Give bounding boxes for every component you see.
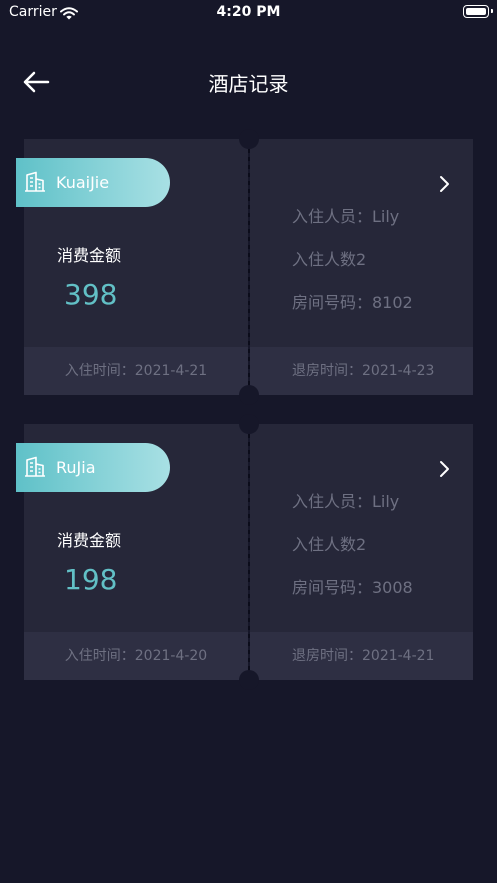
ticket-notch-top <box>239 414 259 434</box>
room-number: 房间号码：3008 <box>292 578 413 597</box>
hotel-name: KuaiJie <box>56 173 110 192</box>
ticket-notch-top <box>239 129 259 149</box>
amount-label: 消费金额 <box>57 246 122 265</box>
battery-icon <box>463 5 493 18</box>
room-number: 房间号码：8102 <box>292 293 413 312</box>
chevron-right-icon[interactable] <box>438 460 452 482</box>
building-icon <box>24 456 46 482</box>
building-icon <box>24 171 46 197</box>
guest-count: 入住人数2 <box>292 535 367 554</box>
status-bar: Carrier 4:20 PM <box>0 0 497 26</box>
checkin-time: 入住时间：2021-4-21 <box>64 363 208 379</box>
perforation-divider <box>248 149 250 385</box>
guest-count: 入住人数2 <box>292 250 367 269</box>
hotel-name-tag: KuaiJie <box>16 158 170 207</box>
chevron-right-icon[interactable] <box>438 175 452 197</box>
hotel-record-card[interactable]: RuJia 消费金额 198 入住人员：Lily 入住人数2 房间号码：3008… <box>16 414 473 690</box>
perforation-divider <box>248 434 250 670</box>
guest-name: 入住人员：Lily <box>292 492 400 511</box>
guest-name: 入住人员：Lily <box>292 207 400 226</box>
checkout-time: 退房时间：2021-4-23 <box>292 363 435 379</box>
amount-value: 198 <box>64 563 118 596</box>
amount-label: 消费金额 <box>57 531 122 550</box>
hotel-name-tag: RuJia <box>16 443 170 492</box>
hotel-name: RuJia <box>56 458 96 477</box>
page-title: 酒店记录 <box>208 72 289 96</box>
checkout-time: 退房时间：2021-4-21 <box>292 648 435 664</box>
status-time: 4:20 PM <box>216 4 281 20</box>
amount-value: 398 <box>64 278 118 311</box>
checkin-time: 入住时间：2021-4-20 <box>64 648 208 664</box>
hotel-record-card[interactable]: KuaiJie 消费金额 398 入住人员：Lily 入住人数2 房间号码：81… <box>16 129 473 405</box>
